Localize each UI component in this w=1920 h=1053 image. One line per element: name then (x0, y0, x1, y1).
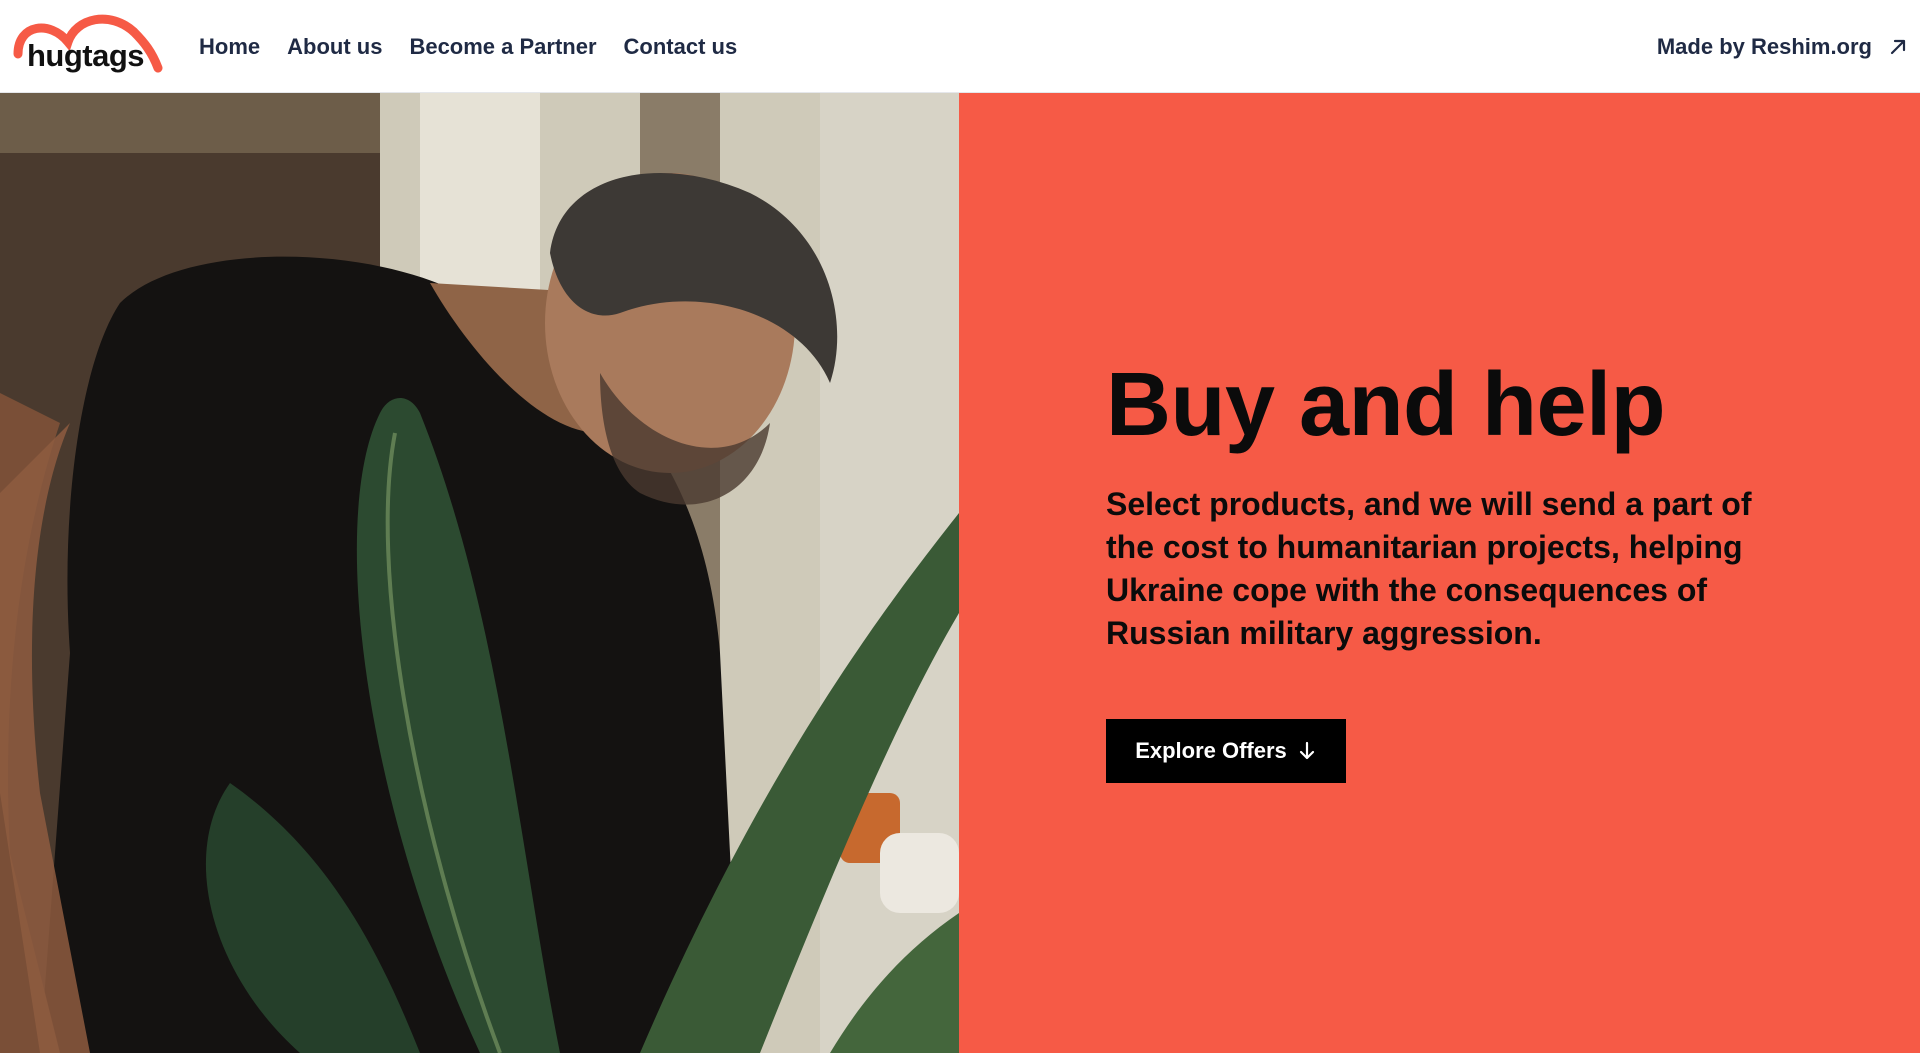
nav-become-partner[interactable]: Become a Partner (409, 34, 596, 60)
nav-home[interactable]: Home (199, 34, 260, 60)
arrow-down-icon (1299, 741, 1314, 760)
nav-contact-us[interactable]: Contact us (624, 34, 738, 60)
explore-offers-button[interactable]: Explore Offers (1106, 719, 1346, 783)
hero-title: Buy and help (1106, 355, 1666, 455)
made-by-link[interactable]: Made by Reshim.org (1657, 0, 1908, 93)
hero-subtitle: Select products, and we will send a part… (1106, 486, 1752, 651)
logo-wordmark: hugtags (27, 38, 145, 73)
explore-offers-label: Explore Offers (1135, 738, 1287, 763)
nav-about-us[interactable]: About us (287, 34, 382, 60)
hugtags-logo[interactable]: hugtags (12, 12, 164, 78)
man-with-plant-illustration (0, 93, 959, 1053)
main-nav: Home About us Become a Partner Contact u… (199, 0, 737, 93)
hero-photo (0, 93, 959, 1053)
site-header: hugtags Home About us Become a Partner C… (0, 0, 1920, 93)
made-by-label: Made by Reshim.org (1656, 33, 1872, 59)
external-link-arrow-icon (1890, 39, 1906, 54)
hero-panel: Buy and help Select products, and we wil… (959, 93, 1920, 1053)
